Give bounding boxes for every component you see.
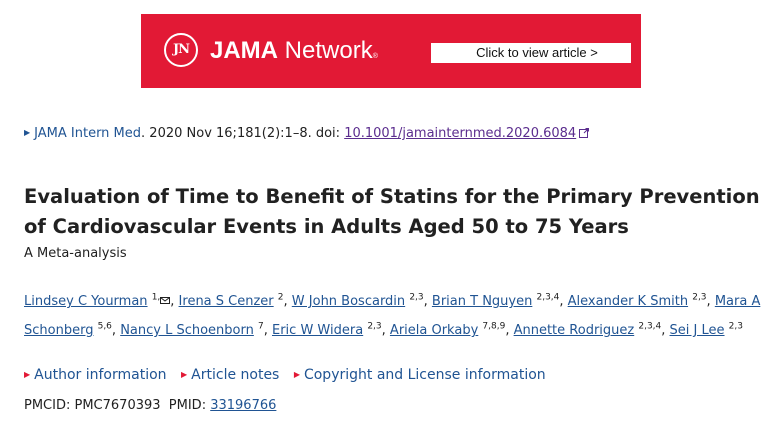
pmcid-value: PMC7670393	[74, 398, 161, 413]
doi-link[interactable]: 10.1001/jamainternmed.2020.6084	[344, 126, 576, 141]
brand-bold: JAMA	[210, 37, 279, 64]
pmid-link[interactable]: 33196766	[210, 398, 276, 413]
author-affiliation: 2,3,4	[536, 292, 560, 303]
author-link[interactable]: W John Boscardin	[292, 294, 405, 309]
jama-network-logo: JAMA Network®	[210, 36, 378, 66]
pmid-label: PMID:	[168, 398, 211, 413]
author-affiliation: 2,3	[367, 321, 382, 332]
mail-icon[interactable]	[160, 297, 171, 304]
external-link-icon	[579, 128, 590, 138]
article-notes-label: Article notes	[191, 367, 280, 383]
article-info-links: ▶ Author information ▶ Article notes ▶ Copy…	[24, 364, 556, 388]
jama-network-banner[interactable]: JN JAMA Network® Click to view article >	[141, 14, 641, 88]
article-subtitle: A Meta-analysis	[24, 246, 127, 261]
author-link[interactable]: Alexander K Smith	[568, 294, 688, 309]
author-link[interactable]: Brian T Nguyen	[432, 294, 532, 309]
author-link[interactable]: Irena S Cenzer	[179, 294, 274, 309]
author-affiliation: 2,3	[728, 321, 743, 332]
jama-logo-icon: JN	[164, 33, 198, 67]
expand-triangle-icon: ▶	[24, 128, 31, 137]
expand-triangle-icon: ▶	[181, 370, 188, 379]
copyright-license-link[interactable]: ▶ Copyright and License information	[294, 367, 546, 383]
article-identifiers: PMCID: PMC7670393 PMID: 33196766	[24, 396, 276, 416]
article-title: Evaluation of Time to Benefit of Statins…	[24, 185, 760, 238]
author-affiliation: 7	[258, 321, 264, 332]
journal-link[interactable]: JAMA Intern Med	[34, 126, 141, 141]
author-link[interactable]: Ariela Orkaby	[390, 323, 478, 338]
author-link[interactable]: Eric W Widera	[272, 323, 363, 338]
copyright-license-label: Copyright and License information	[303, 367, 546, 383]
expand-triangle-icon: ▶	[293, 370, 300, 379]
author-link[interactable]: Sei J Lee	[670, 323, 725, 338]
trademark: ®	[372, 53, 378, 60]
author-information-link[interactable]: ▶ Author information	[24, 367, 167, 383]
author-link[interactable]: Lindsey C Yourman	[24, 294, 148, 309]
author-information-label: Author information	[34, 367, 167, 383]
article-notes-link[interactable]: ▶ Article notes	[181, 367, 279, 383]
author-link[interactable]: Annette Rodriguez	[514, 323, 635, 338]
citation-details: . 2020 Nov 16;181(2):1–8. doi:	[141, 126, 345, 141]
view-article-button[interactable]: Click to view article >	[431, 43, 631, 63]
author-list: Lindsey C Yourman 1,, Irena S Cenzer 2, …	[24, 292, 761, 338]
author-affiliation: 7,8,9	[482, 321, 506, 332]
author-affiliation: 2	[277, 292, 284, 303]
author-affiliation: 2,3	[409, 292, 424, 303]
author-affiliation: 5,6	[97, 321, 112, 332]
author-affiliation: 2,3,4	[638, 321, 662, 332]
pmcid-label: PMCID:	[24, 398, 75, 413]
author-affiliation: 1,	[151, 292, 161, 303]
brand-rest: Network	[278, 37, 373, 64]
expand-triangle-icon: ▶	[24, 370, 31, 379]
citation-line: ▶ JAMA Intern Med. 2020 Nov 16;181(2):1–8…	[24, 125, 590, 144]
author-link[interactable]: Nancy L Schoenborn	[120, 323, 254, 338]
author-affiliation: 2,3	[692, 292, 707, 303]
